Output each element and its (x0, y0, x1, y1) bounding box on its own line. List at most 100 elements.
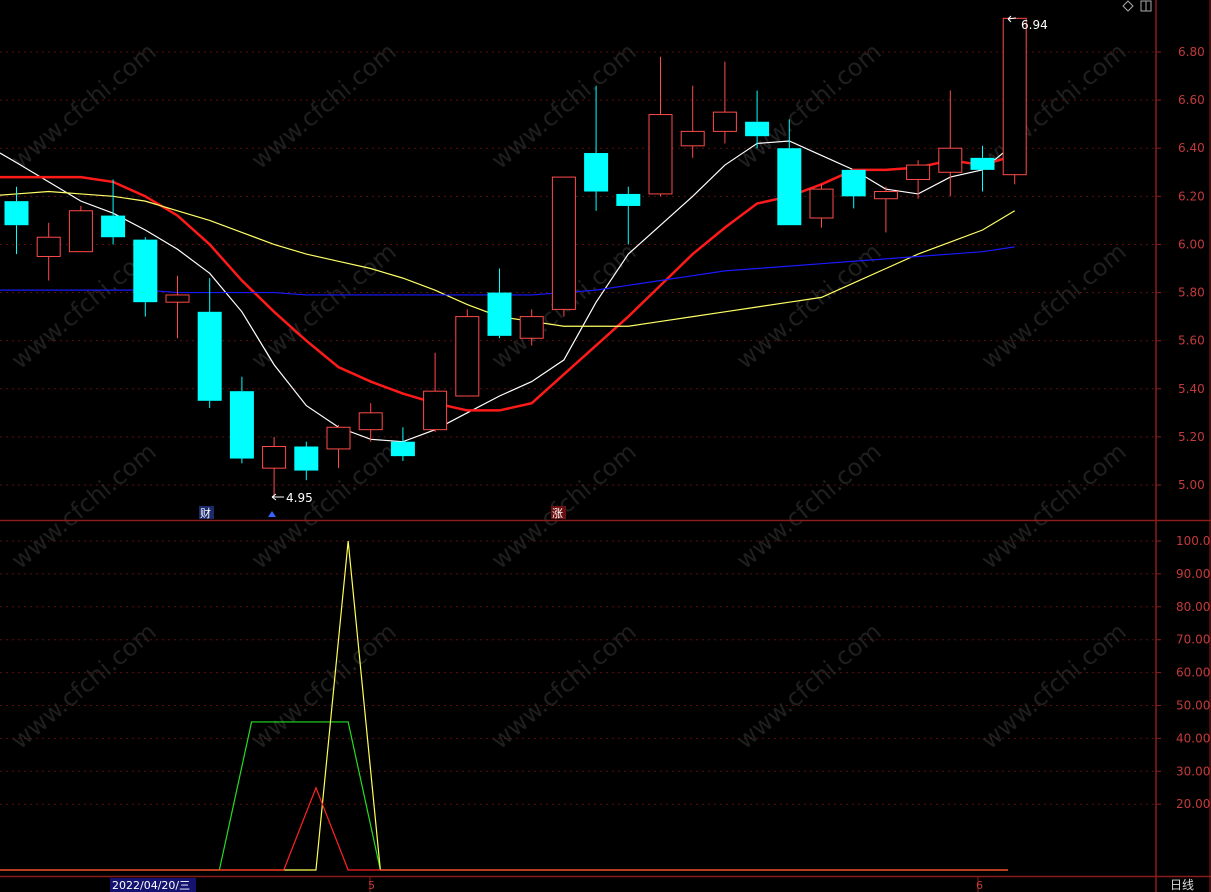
candle[interactable] (262, 436, 287, 498)
month-5-label: 5 (368, 879, 375, 892)
candle-body (938, 147, 963, 173)
marker-zhang[interactable]: 涨 (551, 506, 566, 520)
candle-body (326, 426, 351, 450)
indicator-tick-label: 20.00 (1176, 797, 1210, 811)
candle-body (36, 236, 61, 257)
watermark: www.cfchi.com (246, 37, 402, 174)
candle[interactable] (712, 61, 737, 144)
low-annotation: 4.95 (271, 491, 313, 505)
candle-body (584, 153, 609, 192)
price-tick-label: 5.20 (1178, 430, 1205, 444)
watermark: www.cfchi.com (731, 37, 887, 174)
marker-cai[interactable]: 财 (199, 506, 214, 520)
candle-body (101, 215, 126, 238)
candle-body (358, 412, 383, 431)
candle[interactable] (165, 275, 190, 339)
watermark: www.cfchi.com (246, 617, 402, 754)
candle[interactable] (294, 441, 319, 481)
candle[interactable] (809, 184, 834, 228)
candle[interactable] (938, 90, 963, 197)
candle[interactable] (229, 376, 254, 464)
candle-body (712, 111, 737, 132)
candle[interactable] (423, 352, 448, 433)
candle[interactable] (455, 309, 480, 397)
price-tick-label: 6.60 (1178, 93, 1205, 107)
watermark: www.cfchi.com (976, 617, 1132, 754)
indicator-axis-labels: 20.00 30.00 40.00 50.00 60.00 70.00 80.00 90.00… (1176, 534, 1210, 811)
candle[interactable] (326, 424, 351, 469)
watermark: www.cfchi.com (731, 237, 887, 374)
price-tick-label: 6.20 (1178, 189, 1205, 203)
indicator-tick-label: 30.00 (1176, 764, 1210, 778)
indicator-tick-label: 50.00 (1176, 699, 1210, 713)
candle[interactable] (197, 278, 222, 409)
candle[interactable] (487, 268, 512, 339)
marker-zhang-label: 涨 (552, 507, 563, 520)
month-6-label: 6 (976, 879, 983, 892)
candle[interactable] (551, 176, 576, 317)
watermark: www.cfchi.com (731, 437, 887, 574)
candle-body (745, 121, 770, 137)
candle[interactable] (584, 85, 609, 211)
watermark: www.cfchi.com (486, 37, 642, 174)
watermark: www.cfchi.com (976, 437, 1132, 574)
diamond-icon[interactable] (1122, 0, 1134, 12)
marker-cai-label: 财 (200, 506, 211, 520)
candle-body (906, 164, 931, 180)
candle-body (616, 193, 641, 206)
price-tick-label: 6.80 (1178, 45, 1205, 59)
candle-body (487, 292, 512, 336)
candle-body (133, 239, 158, 303)
candle-body (970, 157, 995, 170)
price-tick-label: 5.80 (1178, 286, 1205, 300)
candle[interactable] (68, 205, 93, 253)
indicator-tick-label: 80.00 (1176, 600, 1210, 614)
low-price-label: 4.95 (286, 491, 313, 505)
indicator-tick-label: 90.00 (1176, 567, 1210, 581)
ma20-line-ext (0, 193, 17, 196)
footer-bar: 2022/04/20/三 5 6 日线 (110, 878, 1194, 892)
candle-body (551, 176, 576, 310)
watermark: www.cfchi.com (6, 437, 162, 574)
candle-body (68, 210, 93, 253)
candle[interactable] (873, 186, 898, 233)
indicator-tick-label: 100.0 (1176, 534, 1210, 548)
candle-body (423, 390, 448, 431)
price-axis-labels: 5.00 5.20 5.40 5.60 5.80 6.00 6.20 6.40 6.60 6.80 (1178, 45, 1205, 492)
candle-body (165, 294, 190, 303)
candle-body (680, 130, 705, 147)
watermark: www.cfchi.com (6, 37, 162, 174)
candle-body (809, 188, 834, 219)
watermark: www.cfchi.com (731, 617, 887, 754)
candle[interactable] (36, 222, 61, 281)
price-tick-label: 6.40 (1178, 141, 1205, 155)
panel-toggle-icon[interactable] (1140, 0, 1152, 12)
candle[interactable] (841, 169, 866, 209)
candle-body (262, 446, 287, 469)
marker-arrow (268, 511, 276, 517)
period-label[interactable]: 日线 (1170, 878, 1194, 892)
candle[interactable] (648, 56, 673, 197)
candle[interactable] (133, 237, 158, 317)
candle[interactable] (390, 427, 415, 461)
date-label[interactable]: 2022/04/20/三 (112, 879, 190, 892)
candle[interactable] (680, 85, 705, 158)
price-tick-label: 5.60 (1178, 334, 1205, 348)
candle[interactable] (101, 179, 126, 245)
candle-body (455, 316, 480, 397)
candle[interactable] (1002, 17, 1027, 185)
candle-body (648, 114, 673, 195)
price-tick-label: 6.00 (1178, 237, 1205, 251)
candle-body (519, 316, 544, 339)
watermark: www.cfchi.com (976, 37, 1132, 174)
candle-body (873, 191, 898, 200)
watermark: www.cfchi.com (486, 617, 642, 754)
watermark-layer: www.cfchi.com www.cfchi.com www.cfchi.com w… (6, 37, 1132, 754)
price-tick-label: 5.00 (1178, 478, 1205, 492)
candle-body (777, 148, 802, 226)
candle-body (294, 446, 319, 471)
candle-body (197, 311, 222, 401)
high-price-label: 6.94 (1021, 18, 1048, 32)
candle[interactable] (616, 186, 641, 245)
indicator-tick-label: 70.00 (1176, 633, 1210, 647)
